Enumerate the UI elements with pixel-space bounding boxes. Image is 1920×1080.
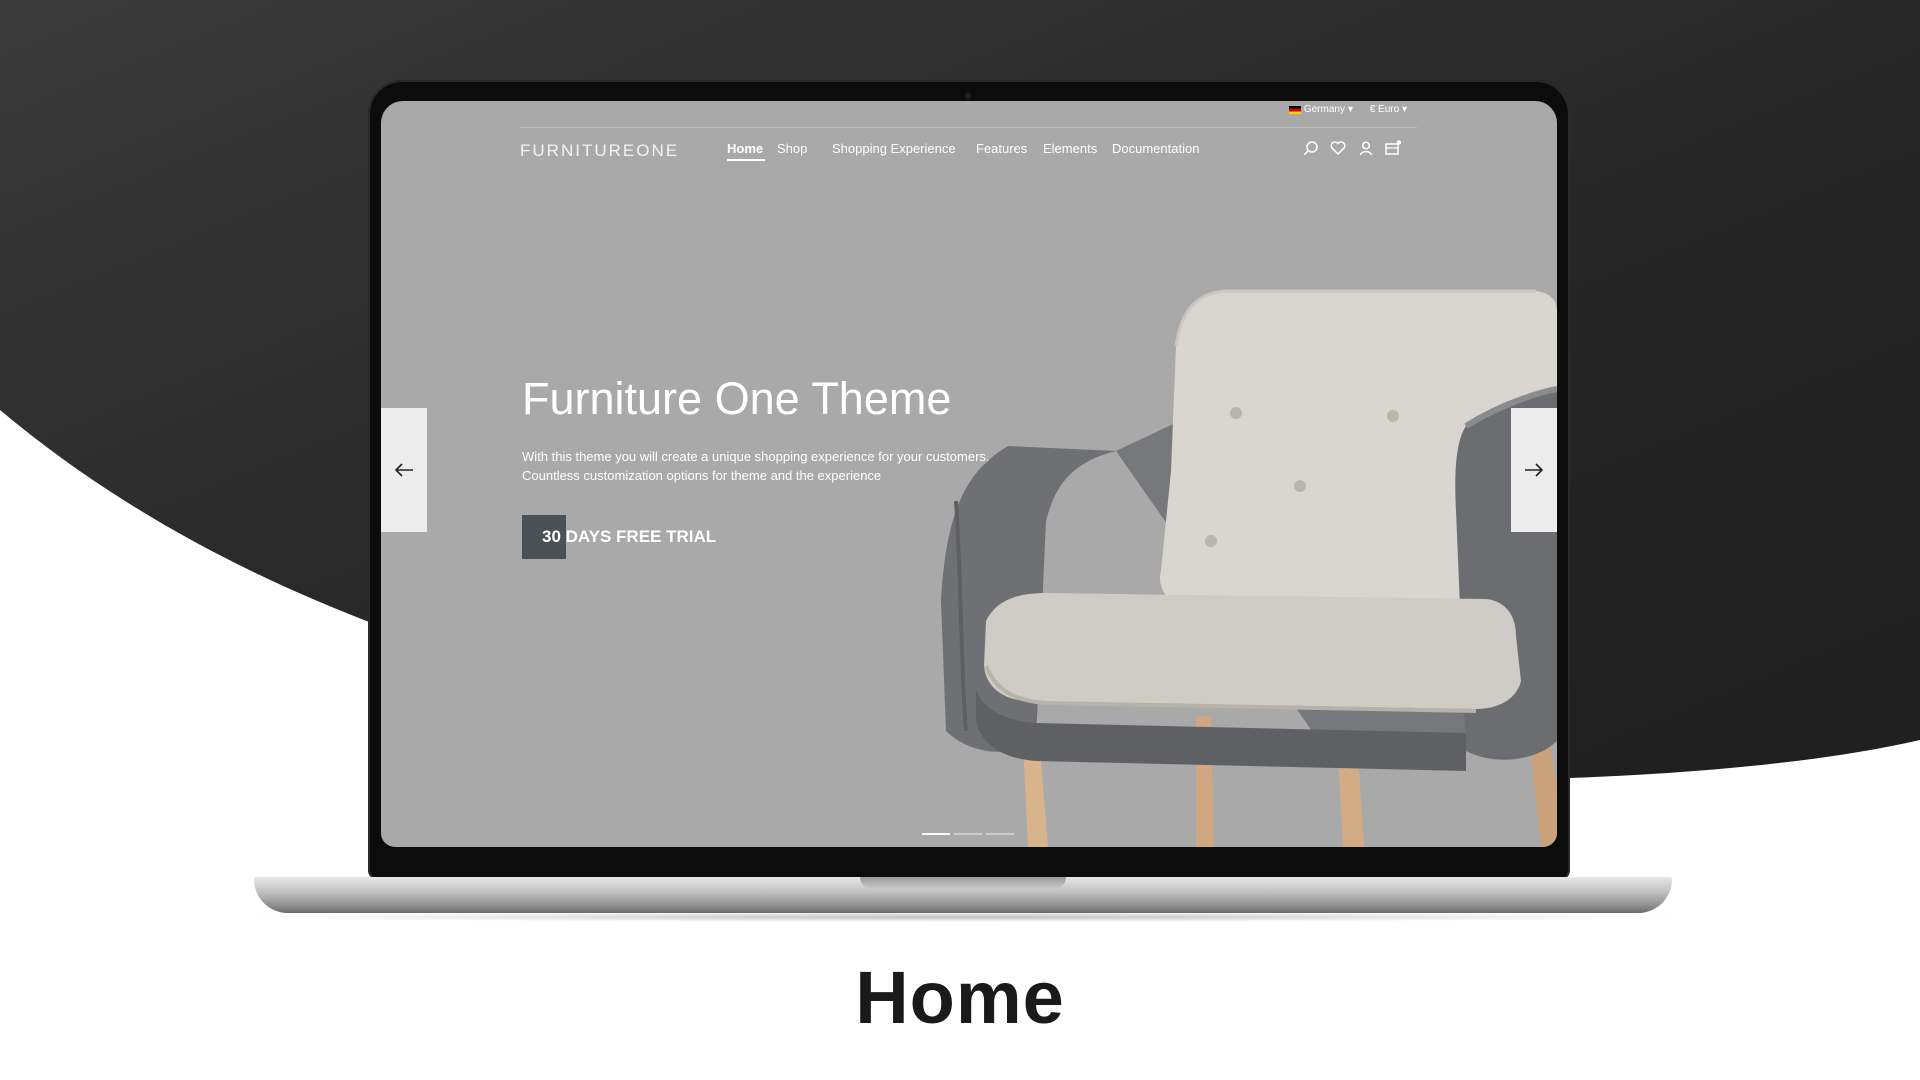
country-selector[interactable]: Germany ▾ [1288,104,1353,115]
user-icon[interactable] [1357,139,1375,157]
slider-next-button[interactable] [1511,408,1557,532]
top-bar: Germany ▾ € Euro ▾ [520,101,1417,128]
search-icon[interactable] [1302,139,1320,157]
cta-label: 30 DAYS FREE TRIAL [542,527,717,546]
slider-pagination [922,833,1014,835]
active-nav-indicator [727,159,765,161]
chevron-down-icon: ▾ [1401,104,1407,115]
camera-icon [965,93,971,99]
slider-prev-button[interactable] [381,408,427,532]
slider-dot[interactable] [922,833,950,835]
laptop-screen: Germany ▾ € Euro ▾ FURNITUREONE Home Sho… [381,101,1557,847]
german-flag-icon [1288,105,1301,114]
chevron-down-icon: ▾ [1347,104,1353,115]
hero-description: With this theme you will create a unique… [522,449,990,483]
currency-label: € Euro [1369,104,1400,115]
header-icons [381,139,1557,159]
slider-dot[interactable] [986,833,1014,835]
currency-selector[interactable]: € Euro ▾ [1370,104,1407,115]
laptop-notch [860,877,1066,889]
heart-icon[interactable] [1329,139,1347,157]
cart-icon[interactable] [1384,139,1402,157]
armchair-image [906,271,1557,847]
free-trial-button[interactable]: 30 DAYS FREE TRIAL [522,515,716,559]
slider-dot[interactable] [954,833,982,835]
arrow-right-icon [1525,463,1544,477]
laptop-shadow [240,912,1686,922]
country-label: Germany [1303,104,1345,115]
page-caption: Home [855,956,1065,1039]
hero-title: Furniture One Theme [522,373,952,424]
arrow-left-icon [394,463,413,477]
